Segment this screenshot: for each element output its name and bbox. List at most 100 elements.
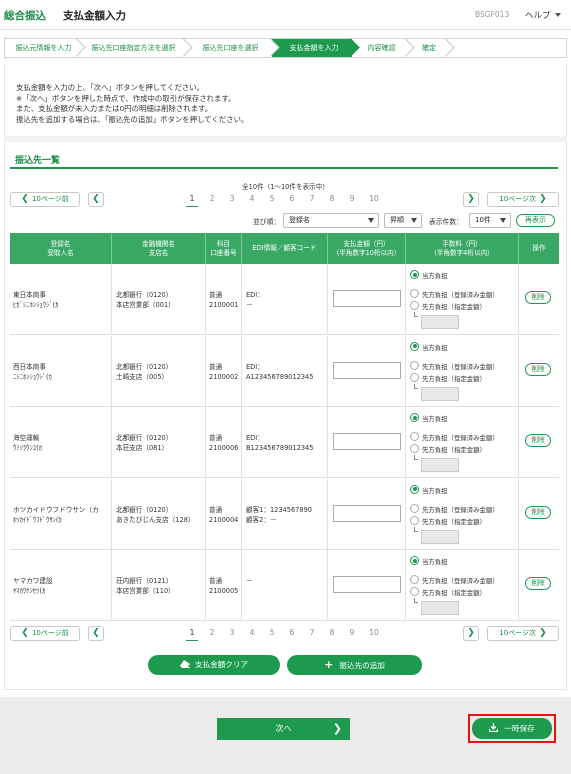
page-link[interactable]: 1 <box>186 194 198 207</box>
page-link[interactable]: 5 <box>266 194 278 203</box>
table-row: 東日本商事 ﾋｶﾞｼﾆﾎﾝｼｮｳｼﾞ(ｶ 北都銀行（0120） 本店営業部（00… <box>10 264 559 335</box>
fee-amount-input[interactable] <box>421 601 459 616</box>
operation-cell: 削除 <box>519 550 559 621</box>
fee-amount-input[interactable] <box>421 529 459 544</box>
account-cell: 普通 2100002 <box>206 335 242 407</box>
delete-button[interactable]: 削除 <box>525 577 551 591</box>
fee-self-radio[interactable] <box>410 484 419 494</box>
fee-self-radio[interactable] <box>410 341 419 351</box>
chevron-right-icon: ❯ <box>536 628 547 638</box>
prev-page-button[interactable]: ❮ <box>88 192 104 207</box>
page-link[interactable]: 3 <box>226 194 238 203</box>
sort-bar: 並び順： 登録名 昇順 表示件数： 10件 再表示 <box>0 213 571 229</box>
page-header: 総合振込 支払金額入力 BSGF013 ヘルプ <box>0 0 571 30</box>
page-link[interactable]: 5 <box>266 628 278 637</box>
fee-payee-specified-radio[interactable] <box>410 515 419 525</box>
delete-button[interactable]: 削除 <box>525 434 551 448</box>
fee-self-radio[interactable] <box>410 413 419 423</box>
help-link[interactable]: ヘルプ <box>525 9 551 21</box>
amount-input[interactable] <box>333 290 401 307</box>
page-link[interactable]: 6 <box>286 194 298 203</box>
amount-input[interactable] <box>333 361 401 379</box>
indent-connector <box>414 312 418 317</box>
temp-save-button[interactable]: 一時保存 <box>472 718 552 739</box>
clear-amount-button[interactable]: 支払金額クリア <box>148 655 280 675</box>
account-type: 普通 <box>209 505 223 514</box>
table-row: 西日本商事 ﾆｼﾆﾎﾝｼｮｳｼﾞ(ｶ 北都銀行（0120） 土崎支店（005） … <box>10 335 559 407</box>
fee-self-radio[interactable] <box>410 270 419 279</box>
bank-name: 北都銀行（0120） <box>116 434 173 443</box>
redisplay-button[interactable]: 再表示 <box>516 214 555 227</box>
add-payee-button[interactable]: + 振込先の追加 <box>287 655 422 675</box>
fee-payee-registered-radio[interactable] <box>410 432 419 442</box>
sort-order-select[interactable]: 昇順 <box>384 213 422 228</box>
page-link[interactable]: 2 <box>206 194 218 203</box>
chevron-down-icon <box>368 218 374 223</box>
fee-payee-registered-radio[interactable] <box>410 289 419 298</box>
fee-payee-registered-label: 先方負担（登録済み金額） <box>422 291 499 299</box>
step-select-account: 振込先口座を選択 <box>185 38 280 57</box>
table-header: 登録名 受取人名 金融機関名 支店名 科目 口座番号 EDI情報／顧客コード 支払金額… <box>10 233 559 264</box>
amount-input[interactable] <box>333 576 401 594</box>
next-page-button[interactable]: ❯ <box>463 192 479 207</box>
page-link[interactable]: 9 <box>346 194 358 203</box>
fee-payee-specified-radio[interactable] <box>410 372 419 382</box>
prev-page-button[interactable]: ❮ <box>88 626 104 641</box>
prev-10-pages-button[interactable]: ❮ 10ページ前 <box>10 626 80 641</box>
page-link[interactable]: 7 <box>306 628 318 637</box>
page-link[interactable]: 10 <box>366 194 382 203</box>
page-link[interactable]: 4 <box>246 194 258 203</box>
chevron-down-icon[interactable] <box>555 13 561 17</box>
operation-cell: 削除 <box>519 479 559 550</box>
column-header: 科目 口座番号 <box>206 233 242 264</box>
page-link[interactable]: 8 <box>326 194 338 203</box>
page-link[interactable]: 4 <box>246 628 258 637</box>
page-link[interactable]: 7 <box>306 194 318 203</box>
fee-payee-registered-radio[interactable] <box>410 575 419 585</box>
fee-self-label: 当方負担 <box>422 486 448 495</box>
sort-label: 並び順： <box>253 218 281 226</box>
column-header: 登録名 受取人名 <box>10 233 112 264</box>
sort-key-select[interactable]: 登録名 <box>283 213 379 228</box>
page-link[interactable]: 9 <box>346 628 358 637</box>
account-type: 普通 <box>209 577 223 586</box>
chevron-right-icon: ❯ <box>332 722 342 735</box>
next-10-pages-button[interactable]: 10ページ次 ❯ <box>487 192 559 207</box>
fee-payee-registered-radio[interactable] <box>410 503 419 513</box>
column-header: 操作 <box>532 244 546 252</box>
next-button[interactable]: 次へ ❯ <box>217 718 350 740</box>
download-icon <box>489 723 499 733</box>
page-link[interactable]: 10 <box>366 628 382 637</box>
next-page-button[interactable]: ❯ <box>463 626 479 641</box>
fee-payee-registered-radio[interactable] <box>410 360 419 370</box>
fee-self-label: 当方負担 <box>422 272 448 280</box>
operation-cell: 削除 <box>519 407 559 478</box>
fee-payee-specified-radio[interactable] <box>410 587 419 597</box>
fee-amount-input[interactable] <box>421 386 459 401</box>
bank-cell: 北都銀行（0120） 本店営業部（001） <box>112 264 206 335</box>
delete-button[interactable]: 削除 <box>525 505 551 519</box>
fee-amount-input[interactable] <box>421 315 459 329</box>
fee-amount-input[interactable] <box>421 458 459 473</box>
fee-self-radio[interactable] <box>410 556 419 566</box>
page-link[interactable]: 8 <box>326 628 338 637</box>
page-link[interactable]: 2 <box>206 628 218 637</box>
next-10-pages-button[interactable]: 10ページ次 ❯ <box>487 626 559 641</box>
eraser-icon <box>179 660 190 668</box>
page-link[interactable]: 1 <box>186 628 198 641</box>
page-link[interactable]: 3 <box>226 628 238 637</box>
amount-input[interactable] <box>333 433 401 451</box>
fee-payee-specified-label: 先方負担（指定金額） <box>422 374 486 383</box>
amount-input[interactable] <box>333 504 401 522</box>
bank-name: 北都銀行（0120） <box>116 291 173 299</box>
page-link[interactable]: 6 <box>286 628 298 637</box>
fee-payee-specified-radio[interactable] <box>410 301 419 310</box>
edi-cell: EDI： － <box>242 264 328 335</box>
prev-10-pages-button[interactable]: ❮ 10ページ前 <box>10 192 80 207</box>
delete-button[interactable]: 削除 <box>525 291 551 304</box>
page-size-select[interactable]: 10件 <box>469 213 511 228</box>
delete-button[interactable]: 削除 <box>525 362 551 376</box>
fee-payee-registered-label: 先方負担（登録済み金額） <box>422 577 499 586</box>
fee-payee-specified-radio[interactable] <box>410 444 419 454</box>
payee-name: 西日本商事 <box>13 362 46 371</box>
